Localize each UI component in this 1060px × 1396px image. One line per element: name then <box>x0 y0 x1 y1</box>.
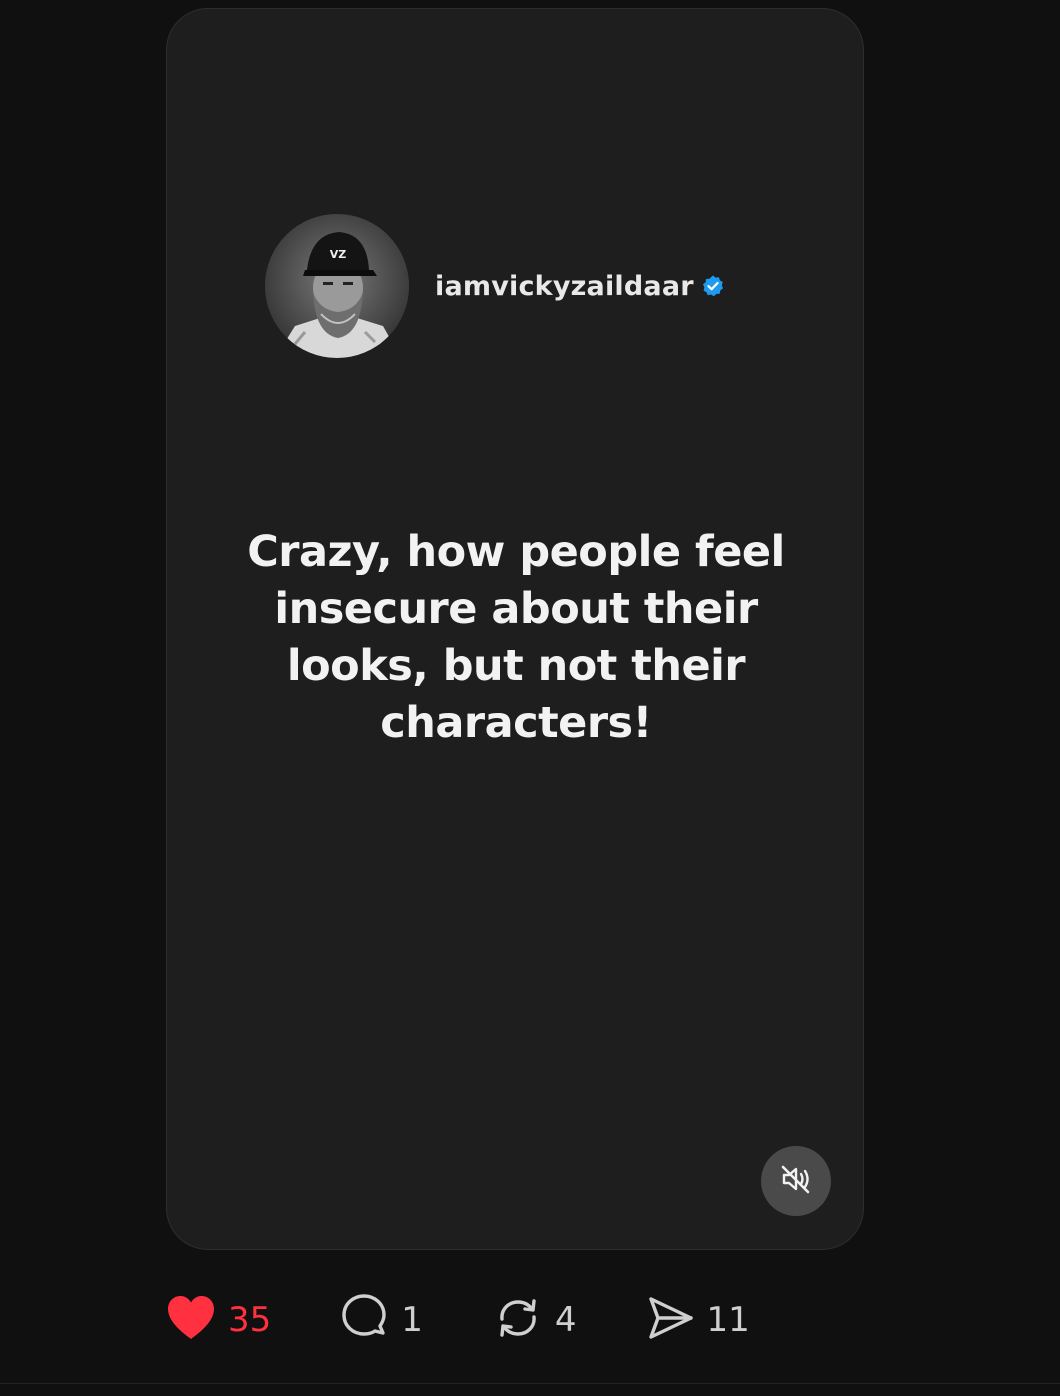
repost-icon <box>493 1293 543 1347</box>
share-count: 11 <box>706 1300 750 1340</box>
like-button[interactable]: 35 <box>166 1295 271 1345</box>
divider <box>0 1383 1060 1384</box>
post-media-card[interactable]: VZ iamvickyzaildaar Crazy, how people fe… <box>166 8 864 1250</box>
like-count: 35 <box>228 1300 272 1340</box>
send-icon <box>645 1293 695 1347</box>
post-author: VZ iamvickyzaildaar <box>265 214 725 358</box>
threads-post-page: VZ iamvickyzaildaar Crazy, how people fe… <box>0 0 1060 1396</box>
post-action-bar: 35 1 4 11 <box>166 1290 750 1350</box>
reply-count: 1 <box>401 1300 423 1340</box>
speaker-muted-icon <box>779 1162 813 1200</box>
repost-count: 4 <box>554 1300 577 1340</box>
author-username[interactable]: iamvickyzaildaar <box>435 271 694 302</box>
avatar[interactable]: VZ <box>265 214 409 358</box>
speech-bubble-icon <box>339 1293 389 1347</box>
heart-filled-icon <box>166 1295 216 1345</box>
cap-logo: VZ <box>330 248 347 261</box>
avatar-photo: VZ <box>265 214 409 358</box>
reply-button[interactable]: 1 <box>339 1293 423 1347</box>
repost-button[interactable]: 4 <box>493 1293 577 1347</box>
post-quote-text: Crazy, how people feel insecure about th… <box>247 527 785 748</box>
share-button[interactable]: 11 <box>645 1293 750 1347</box>
mute-toggle-button[interactable] <box>761 1146 831 1216</box>
verified-badge-icon <box>701 274 725 298</box>
